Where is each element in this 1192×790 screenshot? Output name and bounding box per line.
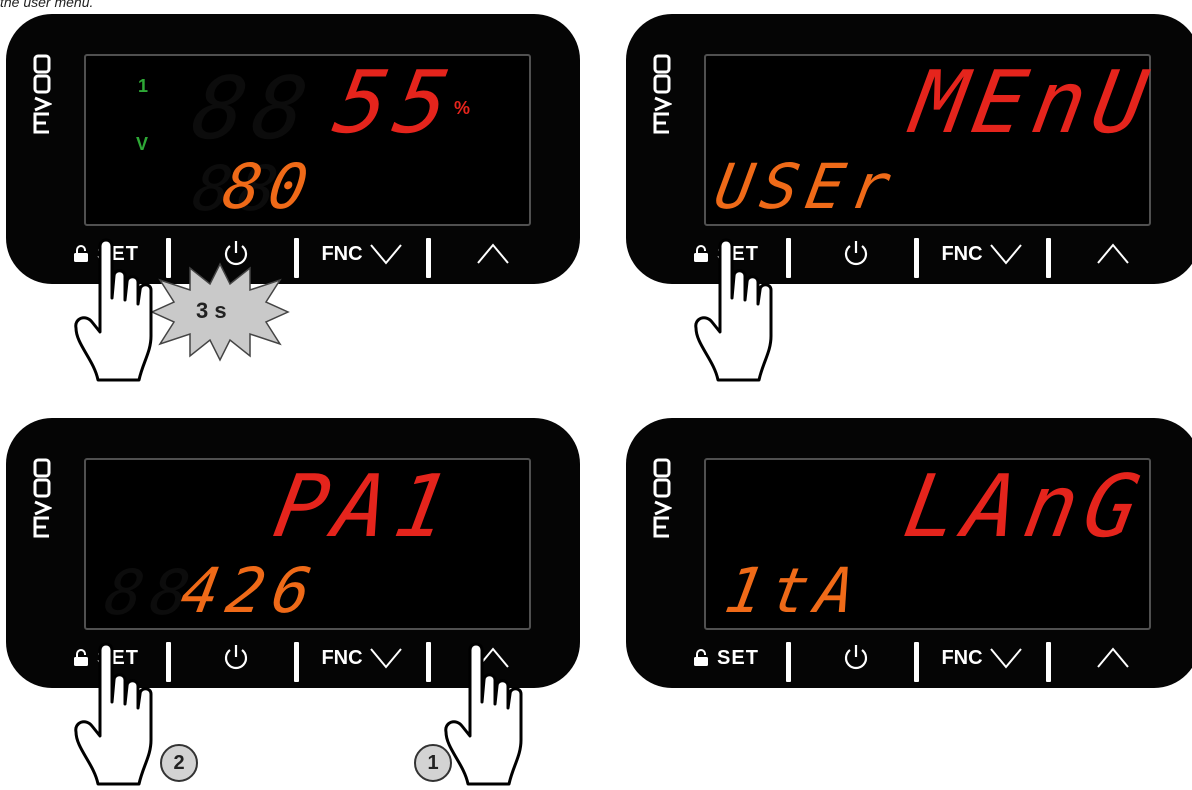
chevron-down-icon [369, 648, 402, 669]
evco-logo [33, 54, 52, 134]
fnc-label: FNC [321, 646, 363, 669]
step-badge-1: 1 [414, 744, 452, 782]
pointing-hand-icon [74, 642, 153, 786]
lcd-display: LAnG 1tA [704, 457, 1154, 630]
set-label: SET [717, 646, 759, 669]
power-icon [844, 241, 868, 266]
indicator-v: V [136, 134, 149, 154]
chevron-up-icon [477, 243, 509, 264]
lcd-display: 88 88 1 V 55 % 80 [84, 53, 531, 226]
power-button[interactable] [186, 636, 286, 680]
lcd-display: 88 PA1 426 [84, 457, 531, 630]
percent-unit: % [454, 98, 471, 118]
power-icon [224, 645, 248, 670]
power-button[interactable] [806, 636, 906, 680]
secondary-display: 426 [175, 554, 325, 627]
fnc-down-button[interactable]: FNC [302, 232, 422, 276]
pointing-hand-icon [694, 238, 773, 382]
pointing-hand-icon [444, 642, 523, 786]
secondary-display: 1tA [719, 554, 869, 627]
button-row: SET FNC [626, 626, 1192, 688]
caption: the user menu. [0, 0, 94, 10]
lcd-display: MEnU USEr [704, 53, 1162, 226]
main-display: MEnU [905, 53, 1162, 153]
controller-panel-4: LAnG 1tA SET FNC [626, 418, 1192, 688]
chevron-down-icon [989, 648, 1022, 669]
secondary-display: USEr [709, 150, 904, 223]
fnc-down-button[interactable]: FNC [922, 232, 1042, 276]
chevron-down-icon [989, 244, 1022, 265]
fnc-label: FNC [941, 242, 983, 265]
step-badge-2: 2 [160, 744, 198, 782]
indicator-1: 1 [138, 76, 149, 96]
fnc-label: FNC [941, 646, 983, 669]
main-display: PA1 [267, 457, 465, 557]
chevron-down-icon [369, 244, 402, 265]
main-display: 55 [327, 53, 465, 153]
evco-logo [653, 458, 672, 538]
pointing-hand-icon [74, 238, 153, 382]
main-display: LAnG [897, 457, 1154, 557]
lock-icon [694, 649, 709, 666]
chevron-up-icon [1097, 647, 1129, 668]
fnc-down-button[interactable]: FNC [302, 636, 422, 680]
up-button[interactable] [438, 232, 548, 276]
power-icon [844, 645, 868, 670]
chevron-up-icon [1097, 243, 1129, 264]
fnc-label: FNC [321, 242, 363, 265]
set-button[interactable]: SET [666, 636, 786, 680]
evco-logo [33, 458, 52, 538]
up-button[interactable] [1058, 232, 1168, 276]
up-button[interactable] [1058, 636, 1168, 680]
secondary-display: 80 [217, 150, 322, 223]
fnc-down-button[interactable]: FNC [922, 636, 1042, 680]
power-button[interactable] [806, 232, 906, 276]
hold-duration-label: 3 s [196, 298, 227, 323]
evco-logo [653, 54, 672, 134]
